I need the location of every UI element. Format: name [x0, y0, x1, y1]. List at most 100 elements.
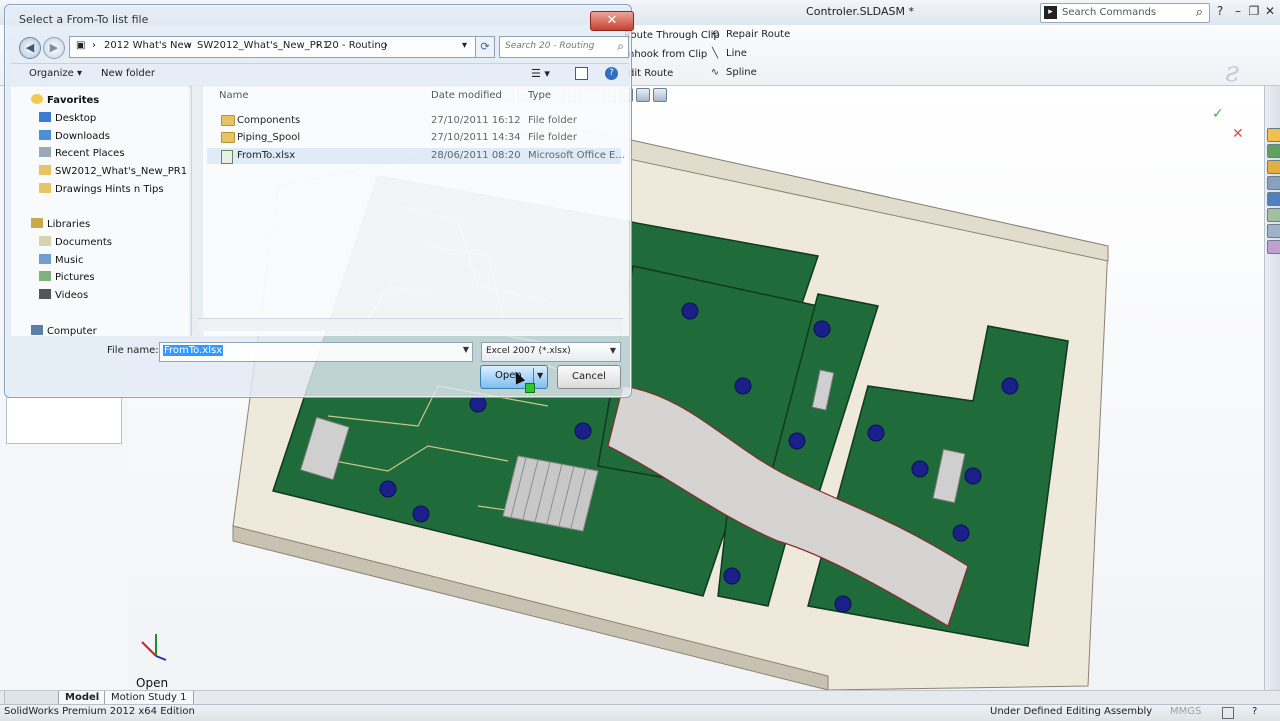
chevron-down-icon[interactable]: ▼ — [537, 371, 543, 380]
help-icon[interactable]: ? — [605, 67, 618, 80]
nav-item-label: Recent Places — [55, 148, 125, 159]
tab-motion-study-1[interactable]: Motion Study 1 — [104, 691, 194, 705]
organize-label: Organize — [29, 68, 74, 79]
nav-item-drawings-hints[interactable]: Drawings Hints n Tips — [39, 183, 164, 195]
cancel-x-icon[interactable]: ✕ — [1232, 126, 1244, 142]
design-library-icon[interactable] — [1267, 144, 1280, 158]
tab-scroll-arrows[interactable] — [4, 691, 62, 705]
nav-item-recent-places[interactable]: Recent Places — [39, 147, 125, 159]
nav-item-pictures[interactable]: Pictures — [39, 271, 95, 283]
minimize-icon[interactable]: – — [1230, 3, 1246, 19]
line-label: Line — [726, 48, 747, 59]
routing-library-icon[interactable] — [1267, 224, 1280, 238]
breadcrumb-routing[interactable]: 20 - Routing — [326, 40, 387, 51]
cursor-badge-icon — [525, 383, 535, 393]
nav-item-sw2012[interactable]: SW2012_What's_New_PR1 — [39, 165, 187, 177]
line-button[interactable]: ╲ Line — [708, 48, 747, 59]
view-settings-icon[interactable] — [653, 88, 667, 102]
nav-item-documents[interactable]: Documents — [39, 236, 112, 248]
file-date: 27/10/2011 14:34 — [431, 132, 521, 143]
nav-item-computer[interactable]: Computer — [31, 325, 97, 337]
unhook-from-clip-button[interactable]: nhook from Clip — [628, 49, 707, 60]
resources-icon[interactable] — [1267, 128, 1280, 142]
file-type-select[interactable]: Excel 2007 (*.xlsx) ▼ — [481, 342, 621, 362]
status-units[interactable]: MMGS — [1170, 706, 1201, 717]
rebuild-status-icon[interactable] — [1222, 707, 1234, 719]
refresh-icon[interactable]: ⟳ — [475, 36, 495, 58]
close-icon[interactable]: ✕ — [1262, 3, 1278, 19]
column-header-date-modified[interactable]: Date modified — [431, 90, 502, 101]
dialog-close-button[interactable]: ✕ — [590, 11, 634, 31]
nav-item-music[interactable]: Music — [39, 254, 83, 266]
help-icon[interactable]: ? — [1212, 3, 1228, 19]
select-from-to-dialog: Select a From-To list file ✕ ◀ ▶ ▣ › 201… — [4, 4, 634, 398]
chevron-down-icon[interactable]: ▼ — [463, 345, 469, 354]
breadcrumb-separator[interactable]: › — [92, 40, 96, 51]
excel-file-icon — [221, 150, 233, 165]
column-header-type[interactable]: Type — [528, 90, 551, 101]
file-name: Components — [237, 115, 301, 126]
search-icon[interactable]: ⌕ — [1196, 5, 1203, 20]
search-commands-field[interactable]: ▸ Search Commands ⌕ — [1040, 3, 1210, 23]
navigation-scrollbar[interactable] — [191, 86, 202, 336]
spline-button[interactable]: ∿ Spline — [708, 67, 757, 78]
view-options-icon[interactable]: ☰ ▾ — [531, 67, 550, 80]
dialog-search-input[interactable]: Search 20 - Routing ⌕ — [499, 36, 629, 58]
file-row-fromto-xlsx[interactable]: FromTo.xlsx 28/06/2011 08:20 Microsoft O… — [207, 148, 625, 165]
breadcrumb-separator[interactable]: › — [316, 40, 320, 51]
appearances-icon[interactable] — [1267, 192, 1280, 206]
file-type-value: Excel 2007 (*.xlsx) — [486, 346, 571, 356]
address-dropdown-icon[interactable]: ▾ — [462, 40, 467, 51]
file-row-piping-spool[interactable]: Piping_Spool 27/10/2011 14:34 File folde… — [207, 130, 621, 146]
chevron-down-icon[interactable]: ▼ — [610, 346, 616, 355]
breadcrumb-separator[interactable]: › — [384, 40, 388, 51]
nav-item-videos[interactable]: Videos — [39, 289, 88, 301]
navigation-pane: Favorites Desktop Downloads Recent Place… — [11, 86, 189, 337]
repair-route-button[interactable]: ⟲ Repair Route — [708, 29, 790, 40]
file-explorer-icon[interactable] — [1267, 160, 1280, 174]
folder-icon: ▣ — [76, 40, 86, 51]
folder-icon — [221, 115, 235, 128]
file-name-input[interactable]: FromTo.xlsx ▼ — [159, 342, 473, 362]
status-bar: SolidWorks Premium 2012 x64 Edition Unde… — [0, 704, 1280, 721]
organize-button[interactable]: Organize ▾ — [29, 68, 82, 79]
restore-icon[interactable]: ❐ — [1246, 3, 1262, 19]
search-icon[interactable]: ⌕ — [617, 39, 624, 54]
nav-item-label: Computer — [47, 326, 97, 337]
confirm-check-icon[interactable]: ✓ — [1212, 106, 1224, 122]
folder-icon — [39, 183, 51, 193]
libraries-header[interactable]: Libraries — [31, 218, 90, 230]
back-arrow-icon[interactable]: ◀ — [19, 37, 41, 59]
cancel-button[interactable]: Cancel — [557, 365, 621, 389]
breadcrumb-whats-new[interactable]: 2012 What's New — [104, 40, 192, 51]
status-help-icon[interactable]: ? — [1252, 706, 1257, 717]
nav-item-desktop[interactable]: Desktop — [39, 112, 96, 124]
file-list-horizontal-scrollbar[interactable] — [197, 318, 623, 331]
edit-route-button[interactable]: dit Route — [628, 68, 673, 79]
custom-properties-icon[interactable] — [1267, 208, 1280, 222]
breadcrumb-sw2012[interactable]: SW2012_What's_New_PR1 — [197, 40, 329, 51]
documents-icon — [39, 236, 51, 246]
repair-route-label: Repair Route — [726, 29, 791, 40]
nav-item-label: Drawings Hints n Tips — [55, 184, 164, 195]
tab-model[interactable]: Model — [58, 691, 107, 705]
favorites-header[interactable]: Favorites — [31, 94, 99, 106]
column-header-name[interactable]: Name — [219, 90, 249, 101]
nav-item-label: Desktop — [55, 113, 97, 124]
new-folder-button[interactable]: New folder — [101, 68, 155, 79]
breadcrumb-separator[interactable]: › — [187, 40, 191, 51]
document-title: Controler.SLDASM * — [806, 5, 914, 18]
nav-item-downloads[interactable]: Downloads — [39, 130, 110, 142]
file-type: Microsoft Office E... — [528, 150, 625, 161]
view-palette-icon[interactable] — [1267, 176, 1280, 190]
forum-icon[interactable] — [1267, 240, 1280, 254]
apply-scene-icon[interactable] — [636, 88, 650, 102]
route-through-clip-button[interactable]: Route Through Clip — [624, 30, 720, 41]
status-definition: Under Defined — [990, 706, 1063, 717]
forward-arrow-icon[interactable]: ▶ — [43, 37, 65, 59]
address-bar[interactable]: ▣ › 2012 What's New › SW2012_What's_New_… — [69, 36, 495, 58]
preview-pane-icon[interactable] — [575, 67, 588, 80]
file-row-components[interactable]: Components 27/10/2011 16:12 File folder — [207, 113, 621, 129]
downloads-icon — [39, 130, 51, 140]
status-edition: SolidWorks Premium 2012 x64 Edition — [4, 706, 195, 717]
